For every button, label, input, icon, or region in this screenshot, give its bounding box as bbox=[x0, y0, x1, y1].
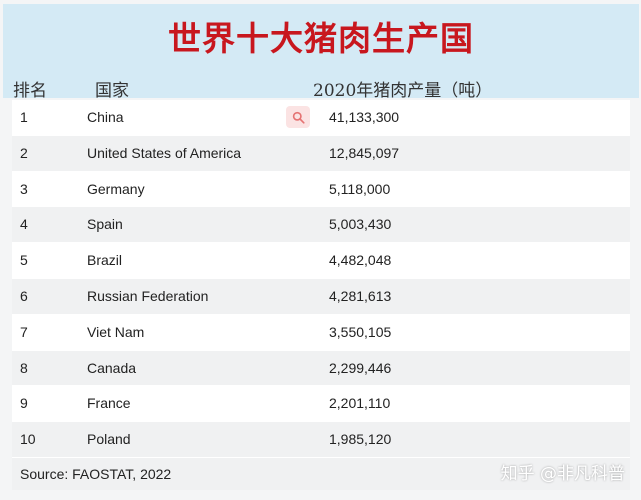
cell-country: Germany bbox=[87, 180, 145, 197]
cell-rank: 7 bbox=[20, 323, 28, 340]
ranking-table: 1 China 41,133,300 2 United States of Am… bbox=[12, 100, 630, 458]
cell-rank: 3 bbox=[20, 180, 28, 197]
cell-rank: 2 bbox=[20, 144, 28, 161]
page-title: 世界十大猪肉生产国 bbox=[168, 19, 474, 58]
table-row: 7 Viet Nam 3,550,105 bbox=[12, 314, 630, 351]
cell-rank: 5 bbox=[20, 252, 28, 269]
cell-rank: 1 bbox=[20, 109, 28, 125]
source-note: Source: FAOSTAT, 2022 bbox=[20, 466, 172, 482]
cell-production: 4,482,048 bbox=[329, 252, 392, 269]
cell-production: 1,985,120 bbox=[329, 431, 392, 448]
page: 世界十大猪肉生产国 排名 国家 2020年猪肉产量（吨） 1 China 41,… bbox=[0, 0, 641, 500]
cell-country: Spain bbox=[87, 216, 123, 233]
cell-production: 12,845,097 bbox=[329, 144, 400, 161]
table-row: 9 France 2,201,110 bbox=[12, 386, 630, 423]
table-header: 世界十大猪肉生产国 排名 国家 2020年猪肉产量（吨） bbox=[3, 4, 639, 101]
watermark: 知乎 @非凡科普 bbox=[500, 464, 625, 484]
cell-country: United States of America bbox=[87, 144, 242, 161]
cell-production: 2,201,110 bbox=[329, 395, 391, 412]
cell-rank: 9 bbox=[20, 395, 28, 412]
cell-country: Brazil bbox=[87, 252, 123, 269]
cell-production: 41,133,300 bbox=[329, 109, 400, 125]
cell-rank: 4 bbox=[20, 216, 28, 233]
cell-country: China bbox=[87, 109, 124, 125]
table-row: 3 Germany 5,118,000 bbox=[12, 171, 630, 208]
column-header-country: 国家 bbox=[95, 81, 129, 101]
cell-production: 2,299,446 bbox=[329, 359, 392, 376]
table-row: 10 Poland 1,985,120 bbox=[12, 422, 630, 458]
table-row: 4 Spain 5,003,430 bbox=[12, 207, 630, 244]
cell-country: Poland bbox=[87, 431, 131, 448]
cell-country: France bbox=[87, 395, 131, 412]
cell-rank: 6 bbox=[20, 287, 28, 304]
cell-rank: 10 bbox=[20, 431, 36, 448]
cell-country: Russian Federation bbox=[87, 287, 209, 304]
cell-production: 5,118,000 bbox=[329, 180, 391, 197]
cell-production: 5,003,430 bbox=[329, 216, 392, 233]
search-button[interactable] bbox=[286, 106, 310, 128]
column-header-production: 2020年猪肉产量（吨） bbox=[313, 81, 493, 101]
cell-rank: 8 bbox=[20, 359, 28, 376]
table-row: 1 China 41,133,300 bbox=[12, 100, 630, 136]
cell-production: 3,550,105 bbox=[329, 323, 392, 340]
table-row: 5 Brazil 4,482,048 bbox=[12, 243, 630, 279]
cell-production: 4,281,613 bbox=[329, 287, 392, 304]
search-icon bbox=[292, 111, 305, 124]
cell-country: Canada bbox=[87, 359, 137, 376]
table-row: 8 Canada 2,299,446 bbox=[12, 350, 630, 387]
column-header-rank: 排名 bbox=[13, 81, 47, 101]
cell-country: Viet Nam bbox=[87, 323, 145, 340]
table-row: 6 Russian Federation 4,281,613 bbox=[12, 278, 630, 315]
table-row: 2 United States of America 12,845,097 bbox=[12, 135, 630, 172]
